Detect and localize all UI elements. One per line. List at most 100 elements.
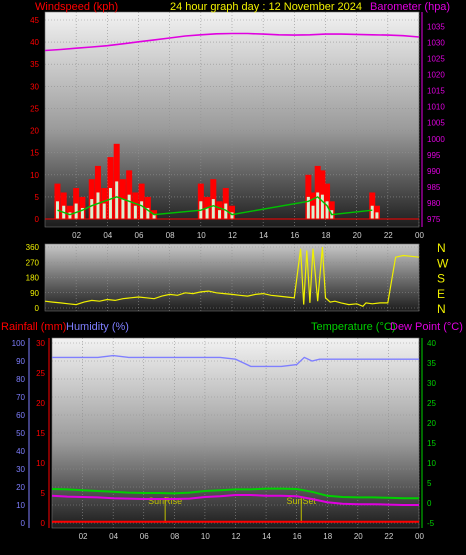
gust-inner-bar: [375, 212, 379, 219]
gust-inner-bar: [133, 205, 137, 219]
wind-y-tick-label: 0: [35, 215, 40, 224]
barometer-y-tick-label: 1005: [427, 119, 445, 128]
wind-x-tick-label: 00: [415, 231, 424, 240]
wind-y-tick-label: 5: [35, 193, 40, 202]
direction-y-tick-label: 270: [26, 258, 40, 267]
temperature-y-tick-label: 5: [427, 479, 432, 488]
temperature-y-tick-label: -5: [427, 519, 435, 528]
wind-x-tick-label: 12: [228, 231, 237, 240]
humidity-y-tick-label: 100: [12, 339, 26, 348]
barometer-y-tick-label: 995: [427, 151, 441, 160]
barometer-y-tick-label: 1020: [427, 71, 445, 80]
gust-inner-bar: [90, 199, 94, 219]
climate-x-tick-label: 14: [262, 532, 271, 541]
gust-inner-bar: [140, 201, 144, 219]
wind-x-tick-label: 06: [135, 231, 144, 240]
rainfall-y-tick-label: 5: [41, 489, 46, 498]
gust-inner-bar: [108, 188, 112, 219]
wind-x-tick-label: 02: [72, 231, 81, 240]
wind-y-tick-label: 20: [30, 127, 39, 136]
gust-inner-bar: [218, 210, 222, 219]
humidity-y-tick-label: 30: [16, 465, 25, 474]
gust-inner-bar: [74, 203, 78, 219]
climate-x-tick-label: 12: [232, 532, 241, 541]
windspeed-axis-title: Windspeed (kph): [35, 1, 118, 13]
gust-inner-bar: [205, 207, 209, 219]
direction-y-tick-label: 90: [30, 289, 39, 298]
wind-x-tick-label: 22: [384, 231, 393, 240]
wind-x-tick-label: 16: [290, 231, 299, 240]
wind-x-tick-label: 04: [103, 231, 112, 240]
compass-label: S: [437, 272, 445, 286]
barometer-y-tick-label: 985: [427, 183, 441, 192]
temperature-y-tick-label: 35: [427, 359, 436, 368]
humidity-axis-title: Humidity (%): [66, 321, 129, 333]
climate-x-tick-label: 18: [323, 532, 332, 541]
barometer-axis-title: Barometer (hpa): [370, 1, 450, 13]
barometer-y-tick-label: 990: [427, 167, 441, 176]
gust-inner-bar: [320, 194, 324, 219]
wind-y-tick-label: 25: [30, 104, 39, 113]
wind-plot-area: [45, 12, 419, 227]
wind-y-tick-label: 15: [30, 149, 39, 158]
humidity-y-tick-label: 0: [21, 519, 26, 528]
temperature-axis-title: Temperature (°C): [311, 321, 395, 333]
barometer-y-tick-label: 1000: [427, 135, 445, 144]
barometer-y-tick-label: 1025: [427, 55, 445, 64]
gust-inner-bar: [102, 203, 106, 219]
chart-svg: 02 04 06 08 10 12 14 16 18 20 22 000510152025303540…: [1, 1, 463, 541]
rainfall-y-tick-label: 10: [36, 459, 45, 468]
climate-x-tick-label: 16: [293, 532, 302, 541]
rainfall-y-tick-label: 25: [36, 369, 45, 378]
wind-y-tick-label: 30: [30, 82, 39, 91]
wind-y-tick-label: 45: [30, 16, 39, 25]
compass-label: E: [437, 287, 445, 301]
climate-x-tick-label: 22: [384, 532, 393, 541]
climate-x-tick-label: 06: [140, 532, 149, 541]
gust-inner-bar: [311, 205, 315, 219]
rainfall-axis-title: Rainfall (mm): [1, 321, 66, 333]
temperature-y-tick-label: 10: [427, 459, 436, 468]
wind-x-tick-label: 18: [322, 231, 331, 240]
humidity-y-tick-label: 60: [16, 411, 25, 420]
direction-y-tick-label: 360: [26, 243, 40, 252]
humidity-y-tick-label: 20: [16, 483, 25, 492]
weather-graph: 02 04 06 08 10 12 14 16 18 20 22 00 0 5 10 15 20 25 30 35 40…: [0, 0, 466, 555]
humidity-y-tick-label: 40: [16, 447, 25, 456]
direction-y-tick-label: 0: [35, 304, 40, 313]
climate-x-tick-label: 08: [170, 532, 179, 541]
climate-x-tick-label: 04: [109, 532, 118, 541]
dewpoint-axis-title: Dew Point (°C): [390, 321, 463, 333]
wind-y-tick-label: 35: [30, 60, 39, 69]
barometer-y-tick-label: 1015: [427, 87, 445, 96]
compass-label: N: [437, 302, 446, 316]
chart-title: 24 hour graph day : 12 November 2024: [170, 1, 362, 13]
barometer-y-tick-label: 980: [427, 199, 441, 208]
barometer-y-tick-label: 1010: [427, 103, 445, 112]
humidity-y-tick-label: 80: [16, 375, 25, 384]
gust-inner-bar: [96, 192, 100, 219]
gust-inner-bar: [121, 199, 125, 219]
wind-x-tick-label: 10: [197, 231, 206, 240]
wind-x-tick-label: 14: [259, 231, 268, 240]
humidity-y-tick-label: 90: [16, 357, 25, 366]
climate-x-tick-label: 10: [201, 532, 210, 541]
compass-label: W: [437, 256, 449, 270]
direction-y-tick-label: 180: [26, 274, 40, 283]
wind-x-tick-label: 20: [353, 231, 362, 240]
barometer-y-tick-label: 975: [427, 215, 441, 224]
temperature-y-tick-label: 20: [427, 419, 436, 428]
rainfall-y-tick-label: 20: [36, 399, 45, 408]
temperature-y-tick-label: 30: [427, 379, 436, 388]
temperature-y-tick-label: 25: [427, 399, 436, 408]
climate-x-tick-label: 02: [79, 532, 88, 541]
gust-inner-bar: [370, 205, 374, 219]
climate-x-tick-label: 00: [415, 532, 424, 541]
humidity-y-tick-label: 70: [16, 393, 25, 402]
compass-label: N: [437, 241, 446, 255]
temperature-y-tick-label: 15: [427, 439, 436, 448]
rainfall-y-tick-label: 0: [41, 519, 46, 528]
barometer-y-tick-label: 1035: [427, 22, 445, 31]
wind-y-tick-label: 40: [30, 38, 39, 47]
gust-inner-bar: [68, 212, 72, 219]
